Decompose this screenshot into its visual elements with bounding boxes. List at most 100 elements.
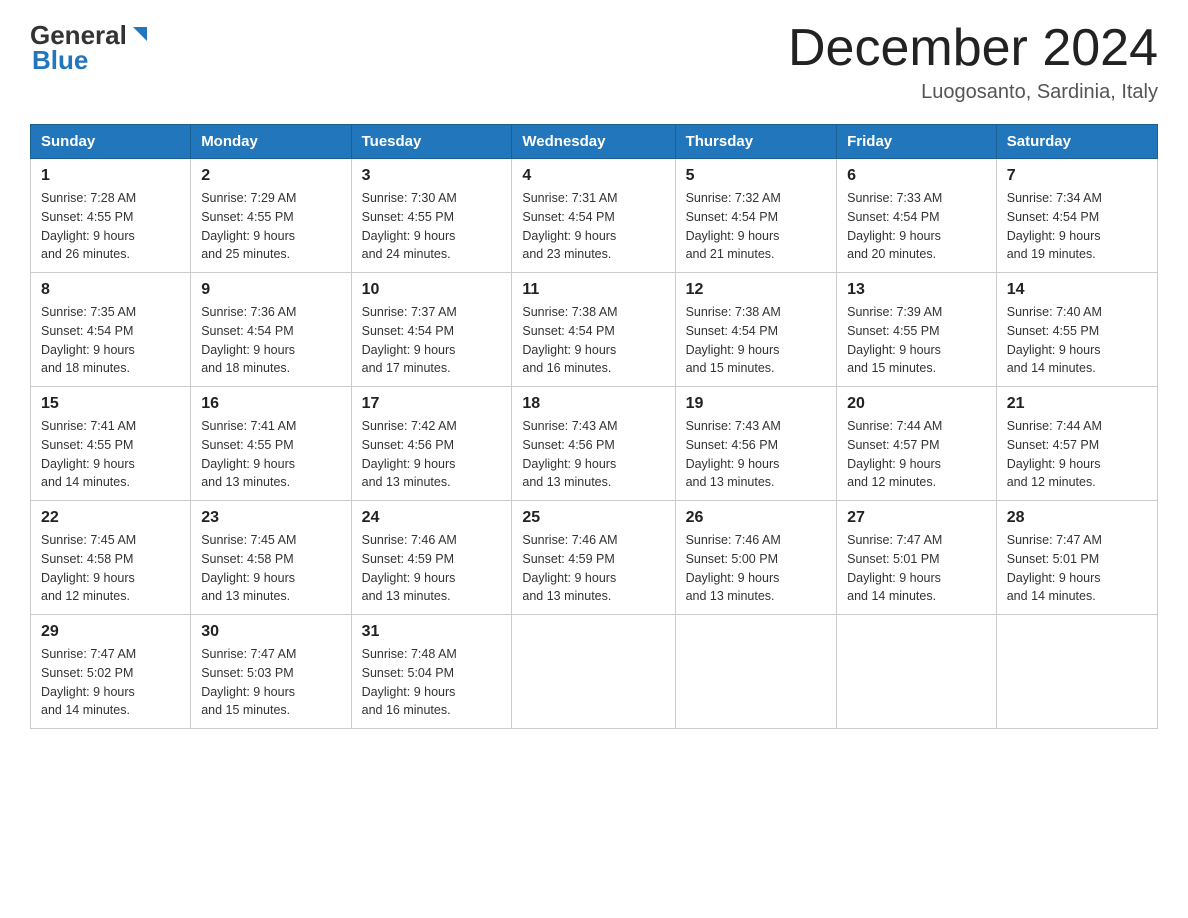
day-number: 30 bbox=[201, 623, 340, 641]
title-area: December 2024 Luogosanto, Sardinia, Ital… bbox=[788, 20, 1158, 104]
day-info: Sunrise: 7:31 AM Sunset: 4:54 PM Dayligh… bbox=[522, 189, 664, 264]
calendar-cell: 13 Sunrise: 7:39 AM Sunset: 4:55 PM Dayl… bbox=[837, 273, 997, 387]
calendar-day-header: Sunday bbox=[31, 125, 191, 159]
day-info: Sunrise: 7:47 AM Sunset: 5:03 PM Dayligh… bbox=[201, 645, 340, 720]
calendar-cell: 6 Sunrise: 7:33 AM Sunset: 4:54 PM Dayli… bbox=[837, 159, 997, 273]
day-info: Sunrise: 7:34 AM Sunset: 4:54 PM Dayligh… bbox=[1007, 189, 1147, 264]
calendar-cell: 1 Sunrise: 7:28 AM Sunset: 4:55 PM Dayli… bbox=[31, 159, 191, 273]
calendar-cell: 9 Sunrise: 7:36 AM Sunset: 4:54 PM Dayli… bbox=[191, 273, 351, 387]
calendar-header-row: SundayMondayTuesdayWednesdayThursdayFrid… bbox=[31, 125, 1158, 159]
day-number: 26 bbox=[686, 509, 827, 527]
calendar-cell: 3 Sunrise: 7:30 AM Sunset: 4:55 PM Dayli… bbox=[351, 159, 512, 273]
day-info: Sunrise: 7:35 AM Sunset: 4:54 PM Dayligh… bbox=[41, 303, 180, 378]
calendar-cell: 21 Sunrise: 7:44 AM Sunset: 4:57 PM Dayl… bbox=[996, 387, 1157, 501]
day-info: Sunrise: 7:38 AM Sunset: 4:54 PM Dayligh… bbox=[686, 303, 827, 378]
calendar-week-row: 15 Sunrise: 7:41 AM Sunset: 4:55 PM Dayl… bbox=[31, 387, 1158, 501]
calendar-cell: 10 Sunrise: 7:37 AM Sunset: 4:54 PM Dayl… bbox=[351, 273, 512, 387]
logo: General Blue bbox=[30, 20, 151, 76]
calendar-cell: 12 Sunrise: 7:38 AM Sunset: 4:54 PM Dayl… bbox=[675, 273, 837, 387]
day-info: Sunrise: 7:47 AM Sunset: 5:01 PM Dayligh… bbox=[1007, 531, 1147, 606]
day-info: Sunrise: 7:46 AM Sunset: 4:59 PM Dayligh… bbox=[522, 531, 664, 606]
day-info: Sunrise: 7:43 AM Sunset: 4:56 PM Dayligh… bbox=[686, 417, 827, 492]
calendar-day-header: Thursday bbox=[675, 125, 837, 159]
calendar-cell: 15 Sunrise: 7:41 AM Sunset: 4:55 PM Dayl… bbox=[31, 387, 191, 501]
calendar-cell bbox=[675, 615, 837, 729]
day-info: Sunrise: 7:48 AM Sunset: 5:04 PM Dayligh… bbox=[362, 645, 502, 720]
day-number: 18 bbox=[522, 395, 664, 413]
day-number: 11 bbox=[522, 281, 664, 299]
day-number: 5 bbox=[686, 167, 827, 185]
day-info: Sunrise: 7:29 AM Sunset: 4:55 PM Dayligh… bbox=[201, 189, 340, 264]
day-info: Sunrise: 7:44 AM Sunset: 4:57 PM Dayligh… bbox=[847, 417, 986, 492]
month-title: December 2024 bbox=[788, 20, 1158, 77]
calendar-cell: 31 Sunrise: 7:48 AM Sunset: 5:04 PM Dayl… bbox=[351, 615, 512, 729]
calendar-cell: 11 Sunrise: 7:38 AM Sunset: 4:54 PM Dayl… bbox=[512, 273, 675, 387]
day-number: 17 bbox=[362, 395, 502, 413]
calendar-week-row: 1 Sunrise: 7:28 AM Sunset: 4:55 PM Dayli… bbox=[31, 159, 1158, 273]
calendar-cell bbox=[512, 615, 675, 729]
calendar-day-header: Friday bbox=[837, 125, 997, 159]
calendar-cell: 4 Sunrise: 7:31 AM Sunset: 4:54 PM Dayli… bbox=[512, 159, 675, 273]
logo-triangle-icon bbox=[129, 23, 151, 45]
calendar-cell bbox=[996, 615, 1157, 729]
day-number: 27 bbox=[847, 509, 986, 527]
day-number: 12 bbox=[686, 281, 827, 299]
page-header: General Blue December 2024 Luogosanto, S… bbox=[30, 20, 1158, 104]
calendar-day-header: Tuesday bbox=[351, 125, 512, 159]
day-info: Sunrise: 7:30 AM Sunset: 4:55 PM Dayligh… bbox=[362, 189, 502, 264]
calendar-cell: 8 Sunrise: 7:35 AM Sunset: 4:54 PM Dayli… bbox=[31, 273, 191, 387]
day-info: Sunrise: 7:45 AM Sunset: 4:58 PM Dayligh… bbox=[41, 531, 180, 606]
day-number: 9 bbox=[201, 281, 340, 299]
day-number: 7 bbox=[1007, 167, 1147, 185]
calendar-cell: 17 Sunrise: 7:42 AM Sunset: 4:56 PM Dayl… bbox=[351, 387, 512, 501]
day-number: 6 bbox=[847, 167, 986, 185]
calendar-cell: 18 Sunrise: 7:43 AM Sunset: 4:56 PM Dayl… bbox=[512, 387, 675, 501]
calendar-cell: 20 Sunrise: 7:44 AM Sunset: 4:57 PM Dayl… bbox=[837, 387, 997, 501]
day-info: Sunrise: 7:43 AM Sunset: 4:56 PM Dayligh… bbox=[522, 417, 664, 492]
day-number: 23 bbox=[201, 509, 340, 527]
day-number: 22 bbox=[41, 509, 180, 527]
day-info: Sunrise: 7:37 AM Sunset: 4:54 PM Dayligh… bbox=[362, 303, 502, 378]
calendar-table: SundayMondayTuesdayWednesdayThursdayFrid… bbox=[30, 124, 1158, 729]
calendar-cell: 14 Sunrise: 7:40 AM Sunset: 4:55 PM Dayl… bbox=[996, 273, 1157, 387]
calendar-cell bbox=[837, 615, 997, 729]
logo-blue: Blue bbox=[32, 45, 88, 76]
calendar-cell: 2 Sunrise: 7:29 AM Sunset: 4:55 PM Dayli… bbox=[191, 159, 351, 273]
calendar-week-row: 29 Sunrise: 7:47 AM Sunset: 5:02 PM Dayl… bbox=[31, 615, 1158, 729]
calendar-week-row: 22 Sunrise: 7:45 AM Sunset: 4:58 PM Dayl… bbox=[31, 501, 1158, 615]
day-info: Sunrise: 7:47 AM Sunset: 5:02 PM Dayligh… bbox=[41, 645, 180, 720]
calendar-day-header: Monday bbox=[191, 125, 351, 159]
day-info: Sunrise: 7:42 AM Sunset: 4:56 PM Dayligh… bbox=[362, 417, 502, 492]
day-info: Sunrise: 7:32 AM Sunset: 4:54 PM Dayligh… bbox=[686, 189, 827, 264]
day-info: Sunrise: 7:41 AM Sunset: 4:55 PM Dayligh… bbox=[41, 417, 180, 492]
calendar-cell: 16 Sunrise: 7:41 AM Sunset: 4:55 PM Dayl… bbox=[191, 387, 351, 501]
day-info: Sunrise: 7:36 AM Sunset: 4:54 PM Dayligh… bbox=[201, 303, 340, 378]
calendar-cell: 29 Sunrise: 7:47 AM Sunset: 5:02 PM Dayl… bbox=[31, 615, 191, 729]
calendar-cell: 25 Sunrise: 7:46 AM Sunset: 4:59 PM Dayl… bbox=[512, 501, 675, 615]
day-info: Sunrise: 7:47 AM Sunset: 5:01 PM Dayligh… bbox=[847, 531, 986, 606]
day-number: 10 bbox=[362, 281, 502, 299]
calendar-cell: 22 Sunrise: 7:45 AM Sunset: 4:58 PM Dayl… bbox=[31, 501, 191, 615]
calendar-cell: 26 Sunrise: 7:46 AM Sunset: 5:00 PM Dayl… bbox=[675, 501, 837, 615]
day-number: 19 bbox=[686, 395, 827, 413]
day-info: Sunrise: 7:38 AM Sunset: 4:54 PM Dayligh… bbox=[522, 303, 664, 378]
day-info: Sunrise: 7:28 AM Sunset: 4:55 PM Dayligh… bbox=[41, 189, 180, 264]
location: Luogosanto, Sardinia, Italy bbox=[788, 81, 1158, 104]
day-number: 3 bbox=[362, 167, 502, 185]
calendar-cell: 24 Sunrise: 7:46 AM Sunset: 4:59 PM Dayl… bbox=[351, 501, 512, 615]
calendar-cell: 27 Sunrise: 7:47 AM Sunset: 5:01 PM Dayl… bbox=[837, 501, 997, 615]
day-number: 20 bbox=[847, 395, 986, 413]
day-number: 14 bbox=[1007, 281, 1147, 299]
day-info: Sunrise: 7:46 AM Sunset: 5:00 PM Dayligh… bbox=[686, 531, 827, 606]
calendar-cell: 23 Sunrise: 7:45 AM Sunset: 4:58 PM Dayl… bbox=[191, 501, 351, 615]
day-number: 28 bbox=[1007, 509, 1147, 527]
calendar-day-header: Saturday bbox=[996, 125, 1157, 159]
calendar-cell: 5 Sunrise: 7:32 AM Sunset: 4:54 PM Dayli… bbox=[675, 159, 837, 273]
day-number: 13 bbox=[847, 281, 986, 299]
day-info: Sunrise: 7:44 AM Sunset: 4:57 PM Dayligh… bbox=[1007, 417, 1147, 492]
calendar-cell: 7 Sunrise: 7:34 AM Sunset: 4:54 PM Dayli… bbox=[996, 159, 1157, 273]
day-number: 29 bbox=[41, 623, 180, 641]
day-number: 15 bbox=[41, 395, 180, 413]
day-number: 1 bbox=[41, 167, 180, 185]
day-number: 8 bbox=[41, 281, 180, 299]
